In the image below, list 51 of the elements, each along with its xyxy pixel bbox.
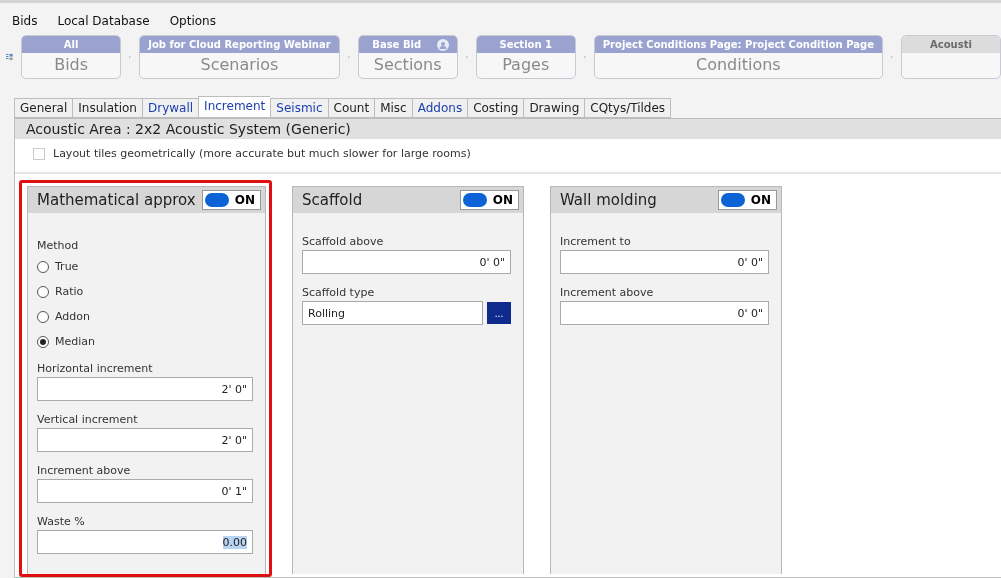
- radio-label: Ratio: [55, 285, 84, 298]
- tab[interactable]: Misc: [374, 98, 412, 118]
- toggle-switch[interactable]: ON: [717, 190, 777, 210]
- toggle-switch[interactable]: ON: [459, 190, 519, 210]
- checkbox-label: Layout tiles geometrically (more accurate but much slower for large rooms): [53, 147, 471, 160]
- field-label: Horizontal increment: [37, 362, 154, 375]
- tab[interactable]: CQtys/Tildes: [584, 98, 672, 118]
- tab[interactable]: Drawing: [523, 98, 585, 118]
- field-label: Vertical increment: [37, 413, 139, 426]
- tab[interactable]: Increment: [198, 96, 271, 118]
- browse-button[interactable]: ...: [487, 302, 511, 324]
- breadcrumb[interactable]: Acousti: [901, 35, 1001, 79]
- section-header: Acoustic Area : 2x2 Acoustic System (Generic): [15, 119, 1001, 139]
- panel-title: Mathematical approx: [37, 191, 196, 209]
- field-label: Increment above: [560, 286, 655, 299]
- input-field[interactable]: Rolling: [302, 301, 483, 325]
- method-label: Method: [37, 239, 80, 252]
- input-field[interactable]: 0.00: [37, 530, 253, 554]
- tab[interactable]: General: [14, 98, 73, 118]
- input-field[interactable]: 0' 1": [37, 479, 253, 503]
- input-field[interactable]: 2' 0": [37, 428, 253, 452]
- tab[interactable]: Costing: [467, 98, 524, 118]
- tab[interactable]: Addons: [411, 98, 468, 118]
- radio-label: True: [55, 260, 79, 273]
- menu-item[interactable]: Bids: [12, 14, 38, 28]
- user-icon: [436, 38, 449, 51]
- panel-title: Wall molding: [560, 191, 657, 209]
- input-field[interactable]: 0' 0": [302, 250, 511, 274]
- toggle-switch[interactable]: ON: [201, 190, 261, 210]
- input-field[interactable]: 0' 0": [560, 301, 769, 325]
- radio-label: Median: [55, 335, 95, 348]
- field-label: Scaffold type: [302, 286, 376, 299]
- radio-button[interactable]: [37, 260, 49, 273]
- menu-item[interactable]: Options: [169, 14, 216, 28]
- radio-button[interactable]: [37, 285, 49, 298]
- radio-button[interactable]: [37, 335, 49, 348]
- input-field[interactable]: 0' 0": [560, 250, 769, 274]
- tab[interactable]: Drywall: [142, 98, 199, 118]
- field-label: Waste %: [37, 515, 86, 528]
- input-field[interactable]: 2' 0": [37, 377, 253, 401]
- field-label: Increment above: [37, 464, 132, 477]
- field-label: Scaffold above: [302, 235, 385, 248]
- tab[interactable]: Seismic: [270, 98, 328, 118]
- tab[interactable]: Insulation: [72, 98, 142, 118]
- tab[interactable]: Count: [327, 98, 375, 118]
- panel-title: Scaffold: [302, 191, 363, 209]
- checkbox[interactable]: [33, 147, 45, 160]
- radio-button[interactable]: [37, 310, 49, 323]
- radio-label: Addon: [55, 310, 90, 323]
- field-label: Increment to: [560, 235, 632, 248]
- menu-item[interactable]: Local Database: [57, 14, 150, 28]
